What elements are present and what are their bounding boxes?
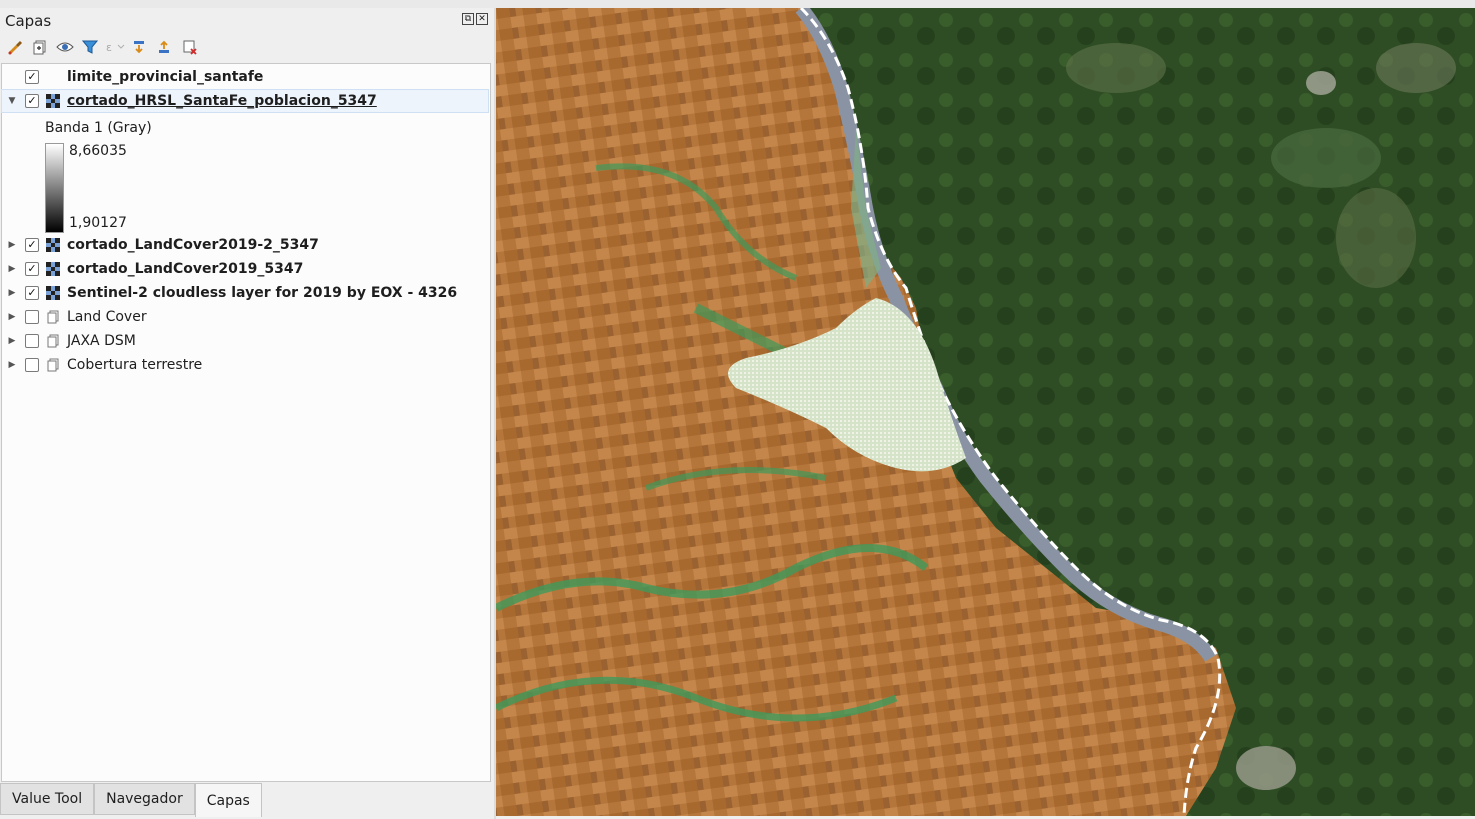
collapse-all-icon[interactable] [154, 36, 176, 58]
raster-layer-icon [46, 286, 60, 300]
legend-color-ramp [45, 143, 64, 233]
layer-row-limite-provincial[interactable]: ✓ limite_provincial_santafe [2, 66, 488, 88]
layer-visibility-checkbox[interactable]: ✓ [25, 94, 39, 108]
layer-visibility-checkbox[interactable] [25, 358, 39, 372]
layer-tree: ✓ limite_provincial_santafe ▼ ✓ cortado_… [1, 63, 491, 782]
layer-name: Sentinel-2 cloudless layer for 2019 by E… [67, 285, 458, 301]
filter-expression-icon[interactable]: ε [104, 36, 126, 58]
layers-panel: Capas ⧉ ✕ ε ✓ limite_provincial_santafe … [0, 8, 494, 819]
layer-row-landcover-2[interactable]: ▶ ✓ cortado_LandCover2019-2_5347 [2, 234, 488, 256]
expand-arrow-icon[interactable]: ▶ [7, 240, 17, 250]
expand-arrow-icon[interactable]: ▶ [7, 336, 17, 346]
expand-arrow-icon[interactable]: ▶ [7, 288, 17, 298]
layer-row-landcover[interactable]: ▶ ✓ cortado_LandCover2019_5347 [2, 258, 488, 280]
layer-visibility-checkbox[interactable]: ✓ [25, 262, 39, 276]
layer-name: JAXA DSM [67, 333, 136, 349]
filter-legend-icon[interactable] [79, 36, 101, 58]
layer-name: cortado_HRSL_SantaFe_poblacion_5347 [67, 93, 377, 109]
float-panel-icon[interactable]: ⧉ [462, 13, 474, 25]
tab-capas[interactable]: Capas [194, 783, 262, 817]
expand-arrow-icon[interactable]: ▶ [7, 312, 17, 322]
layer-row-hrsl-poblacion[interactable]: ▼ ✓ cortado_HRSL_SantaFe_poblacion_5347 [1, 89, 489, 113]
tab-value-tool[interactable]: Value Tool [0, 783, 95, 815]
map-canvas[interactable] [496, 8, 1475, 816]
raster-layer-icon [46, 94, 60, 108]
layer-group-icon [46, 334, 60, 348]
layer-visibility-checkbox[interactable] [25, 310, 39, 324]
dock-tabs: Value Tool Navegador Capas [0, 783, 262, 817]
expand-arrow-icon[interactable]: ▶ [7, 264, 17, 274]
expand-arrow-icon[interactable]: ▶ [7, 360, 17, 370]
layer-visibility-checkbox[interactable]: ✓ [25, 286, 39, 300]
close-panel-icon[interactable]: ✕ [476, 13, 488, 25]
expand-all-icon[interactable] [129, 36, 151, 58]
layer-row-jaxa-dsm-group[interactable]: ▶ JAXA DSM [2, 330, 488, 352]
layer-visibility-checkbox[interactable] [25, 334, 39, 348]
layer-name: Cobertura terrestre [67, 357, 203, 373]
layer-group-icon [46, 310, 60, 324]
layer-row-cobertura-group[interactable]: ▶ Cobertura terrestre [2, 354, 488, 376]
svg-text:ε: ε [106, 41, 112, 54]
panel-title: Capas [5, 12, 52, 30]
layer-name: limite_provincial_santafe [67, 69, 264, 85]
legend-band-label: Banda 1 (Gray) [45, 120, 152, 136]
raster-layer-icon [46, 262, 60, 276]
tab-navegador[interactable]: Navegador [94, 783, 195, 815]
layer-name: Land Cover [67, 309, 147, 325]
legend-min-value: 1,90127 [69, 215, 127, 231]
layer-group-icon [46, 358, 60, 372]
style-manager-icon[interactable] [4, 36, 26, 58]
layer-row-land-cover-group[interactable]: ▶ Land Cover [2, 306, 488, 328]
layer-visibility-checkbox[interactable]: ✓ [25, 238, 39, 252]
visibility-eye-icon[interactable] [54, 36, 76, 58]
layers-toolbar: ε [4, 36, 201, 58]
layer-row-sentinel2[interactable]: ▶ ✓ Sentinel-2 cloudless layer for 2019 … [2, 282, 488, 304]
layer-visibility-checkbox[interactable]: ✓ [25, 70, 39, 84]
add-group-icon[interactable] [29, 36, 51, 58]
collapse-arrow-icon[interactable]: ▼ [7, 96, 17, 106]
remove-layer-icon[interactable] [179, 36, 201, 58]
layer-name: cortado_LandCover2019_5347 [67, 261, 304, 277]
raster-layer-icon [46, 238, 60, 252]
legend-max-value: 8,66035 [69, 143, 127, 159]
layer-name: cortado_LandCover2019-2_5347 [67, 237, 319, 253]
